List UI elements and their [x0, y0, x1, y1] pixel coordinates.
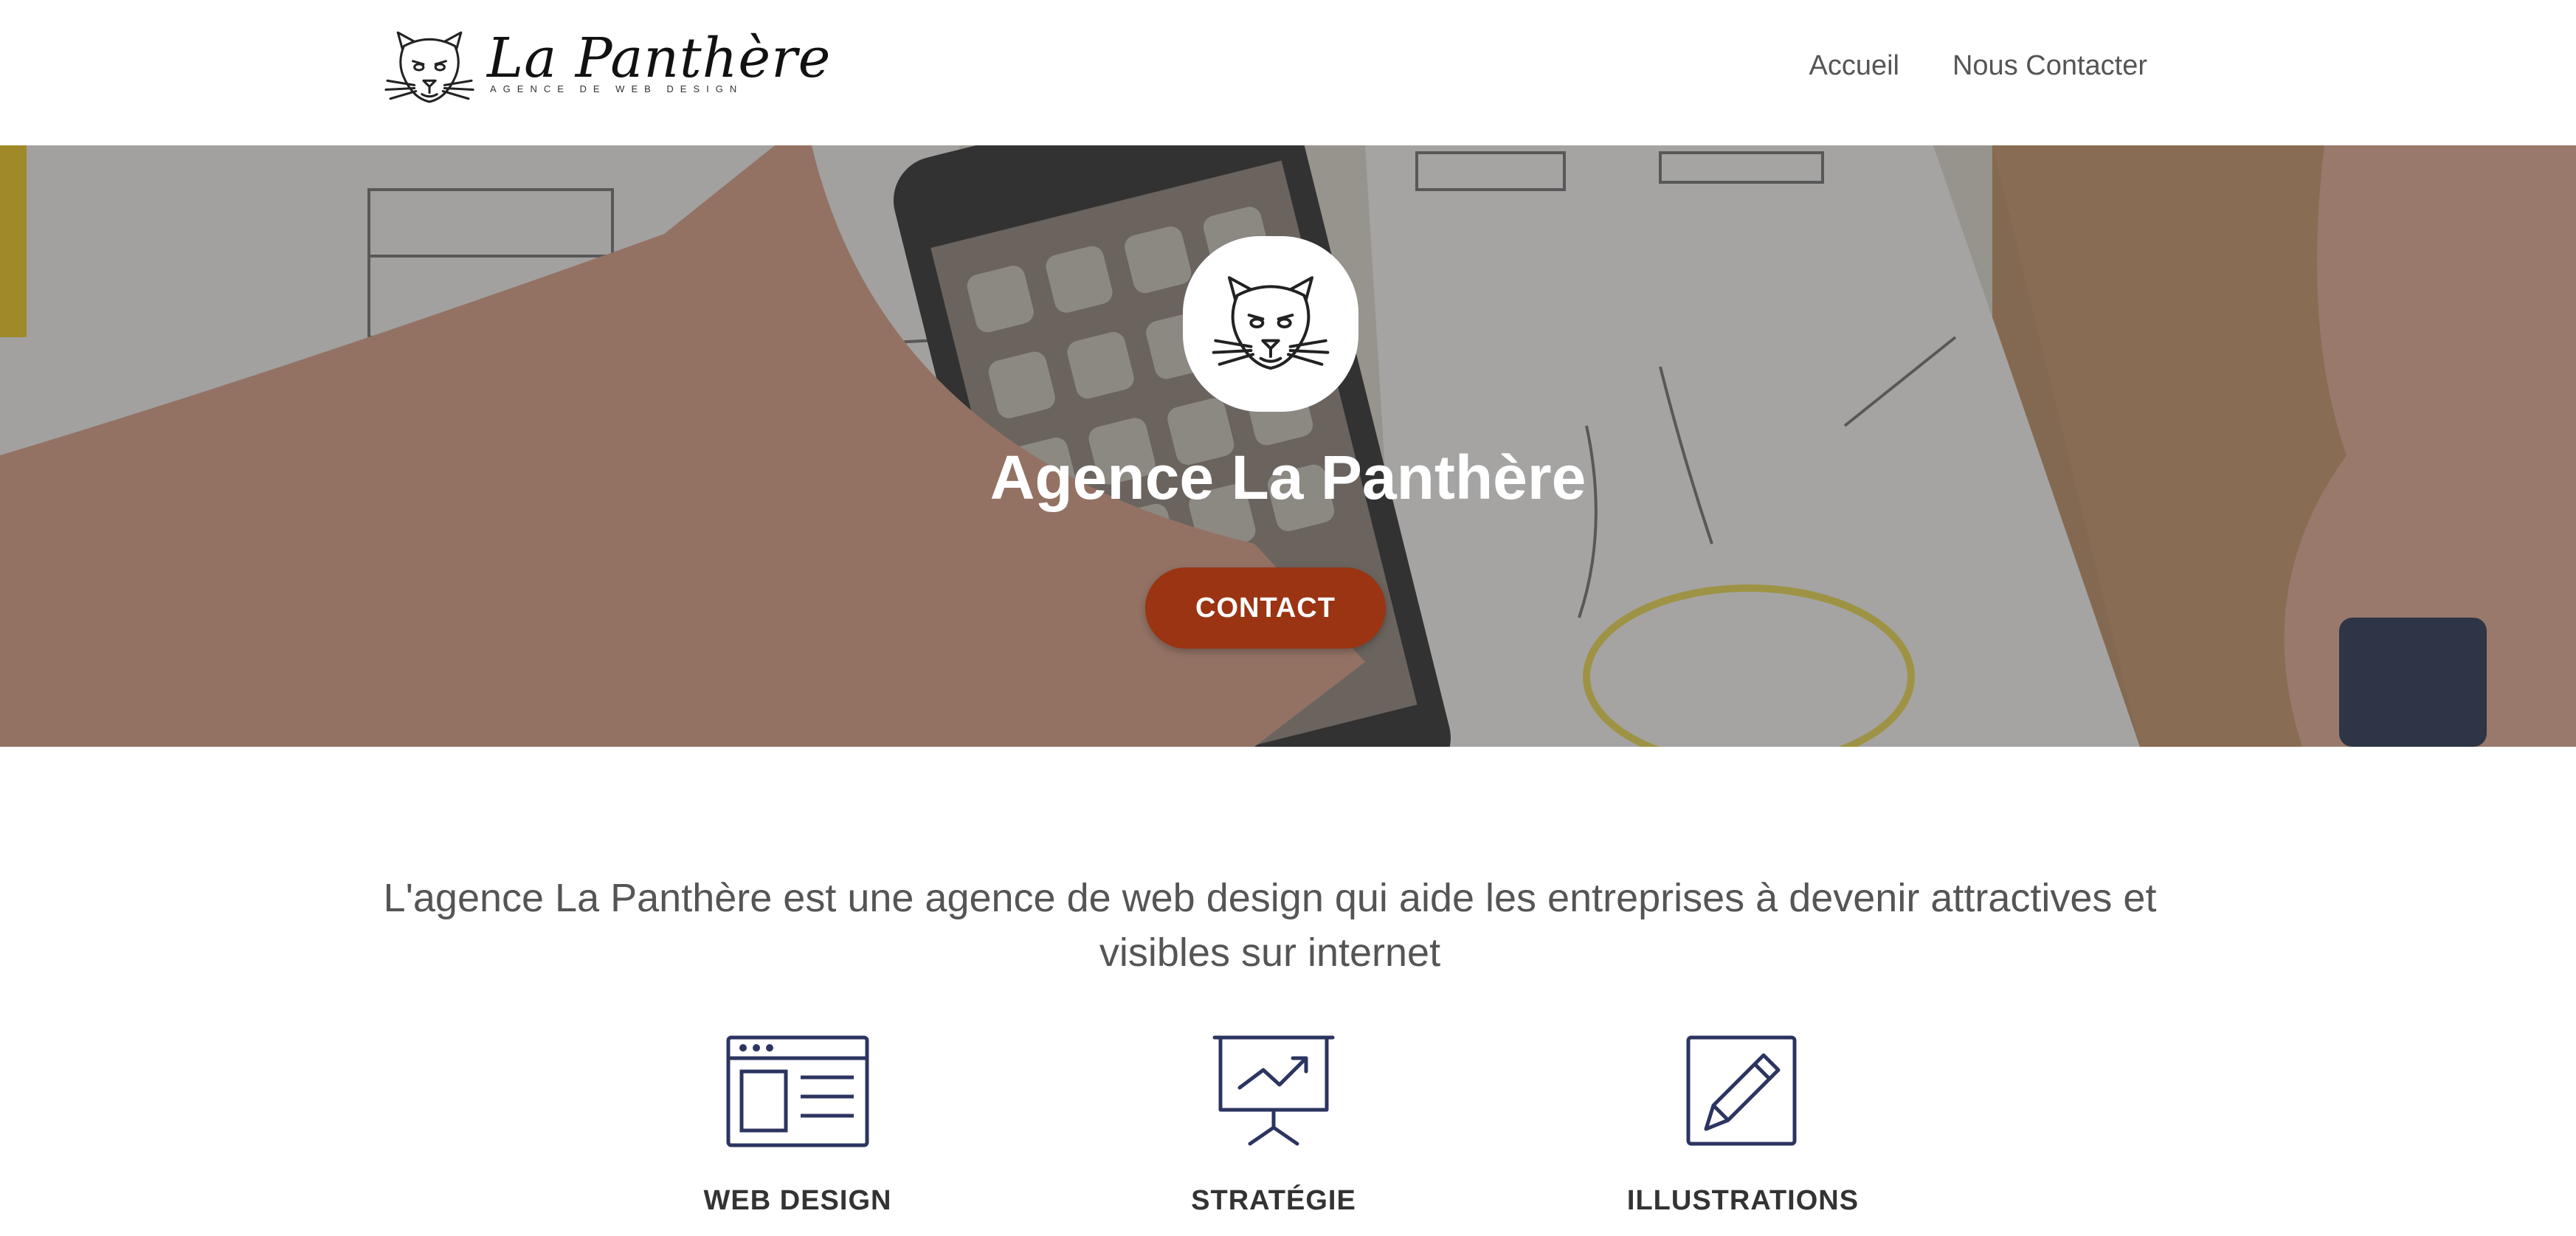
service-strategie: STRATÉGIE [1089, 1033, 1458, 1216]
brand-name: La Panthère [487, 27, 832, 90]
contact-button[interactable]: CONTACT [1145, 567, 1386, 649]
browser-window-icon [726, 1035, 869, 1147]
service-illustrations: ILLUSTRATIONS [1558, 1033, 1927, 1216]
nav-link-nous-contacter[interactable]: Nous Contacter [1952, 50, 2147, 82]
hero-title: Agence La Panthère [990, 443, 1586, 512]
panther-head-icon [384, 31, 474, 103]
hero-banner: Agence La Panthère CONTACT [0, 145, 2576, 747]
service-label: WEB DESIGN [703, 1185, 892, 1216]
presentation-chart-icon [1212, 1035, 1335, 1146]
service-label: ILLUSTRATIONS [1626, 1185, 1860, 1216]
intro-text: L'agence La Panthère est une agence de w… [383, 876, 2157, 975]
service-web-design: WEB DESIGN [613, 1033, 982, 1216]
hero-logo-badge [1183, 236, 1358, 412]
site-header: La Panthère AGENCE DE WEB DESIGN Accueil… [0, 0, 2576, 145]
brand-logo[interactable]: La Panthère AGENCE DE WEB DESIGN [384, 27, 830, 109]
service-label: STRATÉGIE [1191, 1185, 1356, 1216]
nav-link-accueil[interactable]: Accueil [1809, 50, 1899, 82]
brand-tagline: AGENCE DE WEB DESIGN [490, 83, 744, 94]
pencil-square-icon [1686, 1035, 1797, 1146]
main-nav: Accueil Nous Contacter [1809, 50, 2147, 82]
panther-head-icon [1212, 276, 1330, 370]
